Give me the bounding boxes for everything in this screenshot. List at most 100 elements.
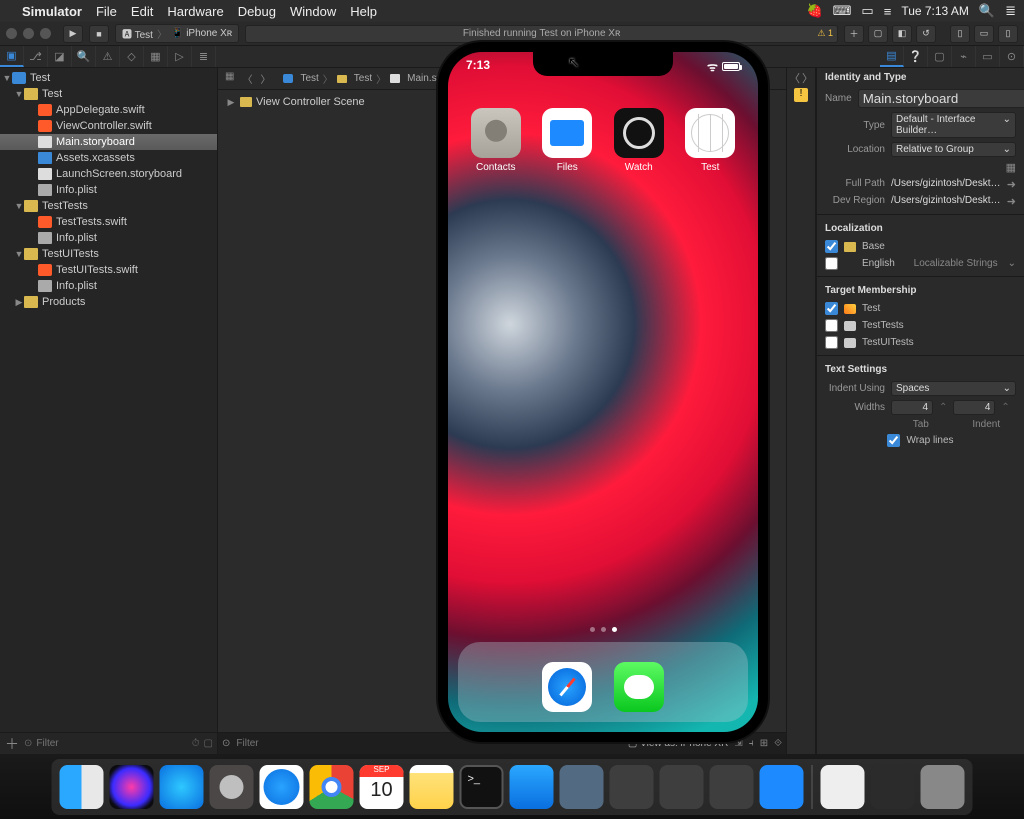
group-testtests[interactable]: ▼TestTests bbox=[0, 198, 217, 214]
size-inspector-tab[interactable]: ▭ bbox=[976, 46, 1000, 67]
library-button[interactable]: ＋ bbox=[844, 25, 864, 43]
dock-finder-icon[interactable] bbox=[60, 765, 104, 809]
app-files[interactable]: Files bbox=[538, 108, 596, 173]
dock-settings-icon[interactable] bbox=[660, 765, 704, 809]
dock-document-icon[interactable] bbox=[821, 765, 865, 809]
editor-standard-button[interactable]: ▢ bbox=[868, 25, 888, 43]
toggle-debug-button[interactable]: ▭ bbox=[974, 25, 994, 43]
dock-instruments-icon[interactable] bbox=[560, 765, 604, 809]
spotlight-icon[interactable]: 🔍 bbox=[979, 3, 995, 19]
dock-chrome-icon[interactable] bbox=[310, 765, 354, 809]
indent-select[interactable]: Spaces⌄ bbox=[891, 381, 1016, 396]
stop-button[interactable]: ■ bbox=[89, 25, 109, 43]
window-controls[interactable] bbox=[6, 28, 51, 39]
dock-devapp-icon[interactable] bbox=[760, 765, 804, 809]
indent-width-field[interactable] bbox=[953, 400, 995, 415]
file-main-storyboard[interactable]: Main.storyboard bbox=[0, 134, 217, 150]
dock-terminal-icon[interactable] bbox=[460, 765, 504, 809]
navigator-filter-input[interactable] bbox=[36, 738, 187, 749]
nav-left-icon[interactable]: 〈 bbox=[789, 70, 800, 86]
issue-tab[interactable]: ⚠ bbox=[96, 46, 120, 67]
project-root[interactable]: ▼Test bbox=[0, 70, 217, 86]
toggle-inspector-button[interactable]: ▯ bbox=[998, 25, 1018, 43]
resolve-button[interactable]: ⟐ bbox=[774, 738, 782, 749]
breakpoint-tab[interactable]: ▷ bbox=[168, 46, 192, 67]
connections-inspector-tab[interactable]: ⊙ bbox=[1000, 46, 1024, 67]
dock-keychain-icon[interactable] bbox=[710, 765, 754, 809]
menu-window[interactable]: Window bbox=[290, 4, 336, 19]
dock-siri-icon[interactable] bbox=[110, 765, 154, 809]
pin-button[interactable]: ⊞ bbox=[760, 738, 768, 749]
wrap-lines-check[interactable] bbox=[887, 434, 900, 447]
screen-mirror-icon[interactable]: ▭ bbox=[861, 3, 873, 19]
status-icon[interactable]: 🍓 bbox=[806, 3, 822, 19]
group-testuitests[interactable]: ▼TestUITests bbox=[0, 246, 217, 262]
file-appdelegate[interactable]: AppDelegate.swift bbox=[0, 102, 217, 118]
target-test-check[interactable] bbox=[825, 302, 838, 315]
identity-inspector-tab[interactable]: ▢ bbox=[928, 46, 952, 67]
file-info-plist-1[interactable]: Info.plist bbox=[0, 182, 217, 198]
name-field[interactable] bbox=[858, 89, 1024, 108]
input-source-icon[interactable]: ⌨︎ bbox=[833, 3, 852, 19]
align-button[interactable]: ⫞ bbox=[749, 738, 754, 749]
menu-edit[interactable]: Edit bbox=[131, 4, 153, 19]
app-test[interactable]: Test bbox=[681, 108, 739, 173]
project-navigator-tab[interactable]: ▣ bbox=[0, 46, 24, 67]
target-testuitests-check[interactable] bbox=[825, 336, 838, 349]
report-tab[interactable]: ≣ bbox=[192, 46, 216, 67]
history-inspector-tab[interactable]: ❔ bbox=[904, 46, 928, 67]
dock-appstore-icon[interactable] bbox=[160, 765, 204, 809]
warning-indicator[interactable]: ⚠ 1 bbox=[817, 28, 833, 39]
find-tab[interactable]: 🔍 bbox=[72, 46, 96, 67]
loc-base-check[interactable] bbox=[825, 240, 838, 253]
file-info-plist-2[interactable]: Info.plist bbox=[0, 230, 217, 246]
file-info-plist-3[interactable]: Info.plist bbox=[0, 278, 217, 294]
jump-grid-icon[interactable]: ▦ bbox=[222, 71, 237, 86]
target-testtests-check[interactable] bbox=[825, 319, 838, 332]
source-control-tab[interactable]: ⎇ bbox=[24, 46, 48, 67]
group-products[interactable]: ▶Products bbox=[0, 294, 217, 310]
reveal-icon[interactable]: ➜ bbox=[1007, 178, 1016, 191]
location-folder-icon[interactable]: ▦ bbox=[1006, 161, 1016, 174]
type-select[interactable]: Default - Interface Builder…⌄ bbox=[891, 112, 1016, 138]
file-assets[interactable]: Assets.xcassets bbox=[0, 150, 217, 166]
app-contacts[interactable]: Contacts bbox=[467, 108, 525, 173]
page-indicator[interactable] bbox=[448, 627, 758, 632]
nav-right-icon[interactable]: 〉 bbox=[802, 70, 813, 86]
group-test[interactable]: ▼Test bbox=[0, 86, 217, 102]
file-launchscreen[interactable]: LaunchScreen.storyboard bbox=[0, 166, 217, 182]
toggle-navigator-button[interactable]: ▯ bbox=[950, 25, 970, 43]
dock-trash-icon[interactable] bbox=[921, 765, 965, 809]
dock-safari-icon[interactable] bbox=[260, 765, 304, 809]
jump-fwd-icon[interactable]: 〉 bbox=[257, 71, 273, 86]
dock-folder-icon[interactable] bbox=[871, 765, 915, 809]
dock-messages-icon[interactable] bbox=[614, 662, 664, 712]
file-testuitests-swift[interactable]: TestUITests.swift bbox=[0, 262, 217, 278]
scm-filter-icon[interactable]: ▢ bbox=[204, 738, 213, 749]
menu-debug[interactable]: Debug bbox=[238, 4, 276, 19]
file-viewcontroller[interactable]: ViewController.swift bbox=[0, 118, 217, 134]
run-button[interactable]: ▶ bbox=[63, 25, 83, 43]
dock-xcode-icon[interactable] bbox=[510, 765, 554, 809]
menu-hardware[interactable]: Hardware bbox=[167, 4, 223, 19]
menubar-clock[interactable]: Tue 7:13 AM bbox=[901, 4, 969, 18]
reveal-icon-2[interactable]: ➜ bbox=[1007, 195, 1016, 208]
loc-english-check[interactable] bbox=[825, 257, 838, 270]
outline-toggle-icon[interactable]: ⊙ bbox=[222, 738, 230, 749]
editor-version-button[interactable]: ↺ bbox=[916, 25, 936, 43]
debug-tab[interactable]: ▦ bbox=[144, 46, 168, 67]
dock-notes-icon[interactable] bbox=[410, 765, 454, 809]
editor-assistant-button[interactable]: ◧ bbox=[892, 25, 912, 43]
dock-launchpad-icon[interactable] bbox=[210, 765, 254, 809]
filter-scope-icon[interactable]: ⊙ bbox=[24, 738, 32, 749]
attributes-inspector-tab[interactable]: ⌁ bbox=[952, 46, 976, 67]
symbol-tab[interactable]: ◪ bbox=[48, 46, 72, 67]
dock-safari-icon[interactable] bbox=[542, 662, 592, 712]
jump-back-icon[interactable]: 〈 bbox=[239, 71, 255, 86]
tab-width-field[interactable] bbox=[891, 400, 933, 415]
scheme-selector[interactable]: 🅰 Test 〉 📱 iPhone Xʀ bbox=[115, 24, 239, 43]
test-tab[interactable]: ◇ bbox=[120, 46, 144, 67]
ios-simulator-window[interactable]: 7:13 ᯤ Contacts Files Watch Test bbox=[438, 42, 768, 742]
file-inspector-tab[interactable]: ▤ bbox=[880, 46, 904, 67]
recent-filter-icon[interactable]: ⏱ bbox=[192, 738, 200, 749]
